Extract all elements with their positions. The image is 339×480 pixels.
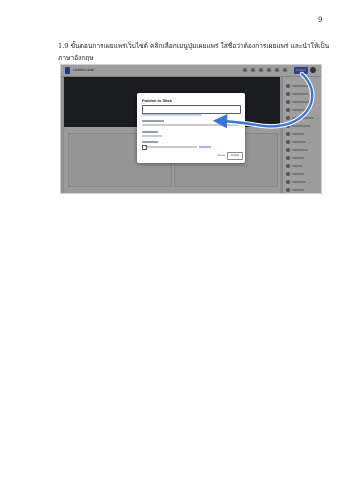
instruction-line-1: 1.9 ขั้นตอนการเผยแพร่เว็บไซต์ คลิกเลือกเ… [58,42,330,50]
section-label [142,141,158,143]
cancel-button[interactable]: Cancel [217,154,225,157]
dialog-publish-button[interactable]: Publish [227,152,243,160]
instruction-paragraph: 1.9 ขั้นตอนการเผยแพร่เว็บไซต์ คลิกเลือกเ… [58,40,330,64]
sites-screenshot: Untitled site Publish Publish to Sites C… [60,64,322,194]
instruction-line-2: ภาษาอังกฤษ [58,54,94,62]
viewer-setting[interactable] [142,135,162,137]
page-number: 9 [318,16,323,24]
section-label [142,131,158,133]
checkbox-text [147,145,197,148]
learn-more-link[interactable] [199,145,211,148]
web-address-hint [142,114,202,116]
dialog-title: Publish to Sites [142,98,173,103]
web-address-input[interactable] [142,105,241,114]
publish-dialog: Publish to Sites Cancel Publish [137,93,245,163]
info-text [142,124,238,126]
section-label [142,120,164,122]
